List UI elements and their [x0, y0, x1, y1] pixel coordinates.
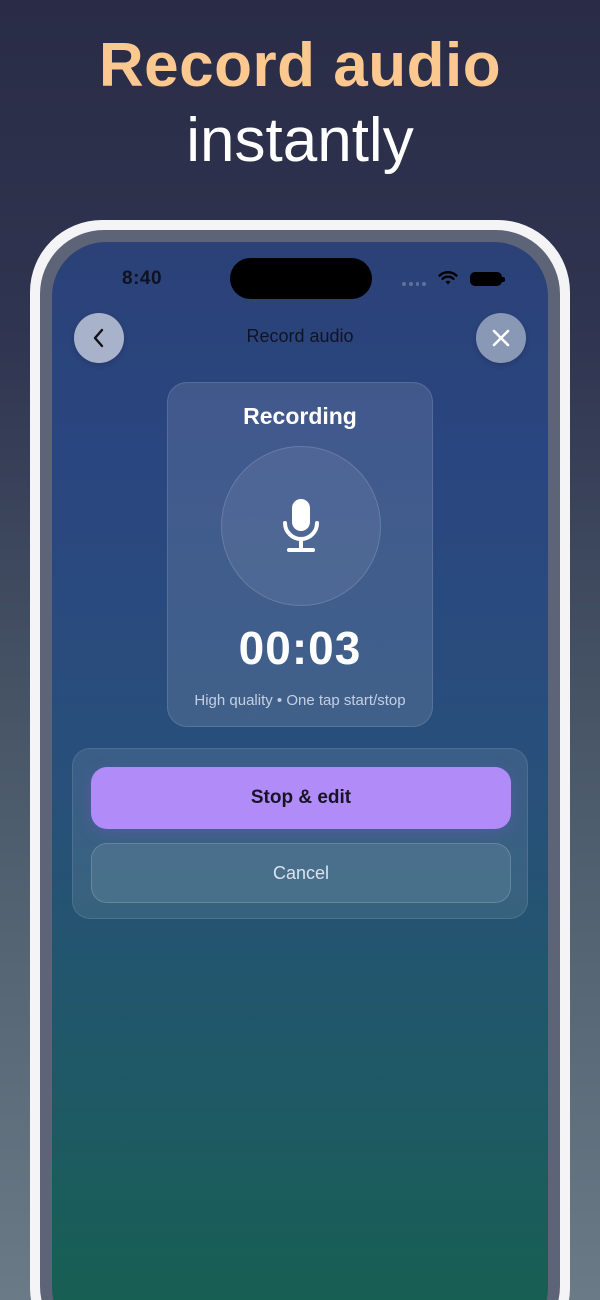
headline-line-1: Record audio [98, 31, 502, 100]
recording-timer: 00:03 [238, 622, 362, 674]
action-panel: Stop & edit Cancel [72, 748, 528, 919]
wifi-icon [438, 271, 458, 285]
microphone-icon [283, 499, 319, 552]
stop-and-edit-button[interactable]: Stop & edit [91, 767, 511, 829]
phone-screen: 8:40 Record audio Recording 00:03 High q… [52, 242, 548, 1300]
promo-headline: Record audio instantly [0, 30, 600, 180]
mic-button[interactable] [221, 446, 381, 606]
close-icon [492, 329, 510, 347]
recording-status-title: Recording [243, 403, 357, 429]
dynamic-island [230, 258, 372, 299]
cancel-button[interactable]: Cancel [91, 843, 511, 903]
recording-subtitle: High quality • One tap start/stop [194, 692, 406, 709]
close-button[interactable] [476, 313, 526, 363]
status-time: 8:40 [122, 268, 163, 289]
battery-icon [470, 272, 505, 286]
recording-card: Recording 00:03 High quality • One tap s… [167, 382, 433, 727]
headline-line-2: instantly [186, 106, 414, 175]
signal-dots-icon [402, 282, 426, 286]
page-title: Record audio [246, 326, 354, 346]
